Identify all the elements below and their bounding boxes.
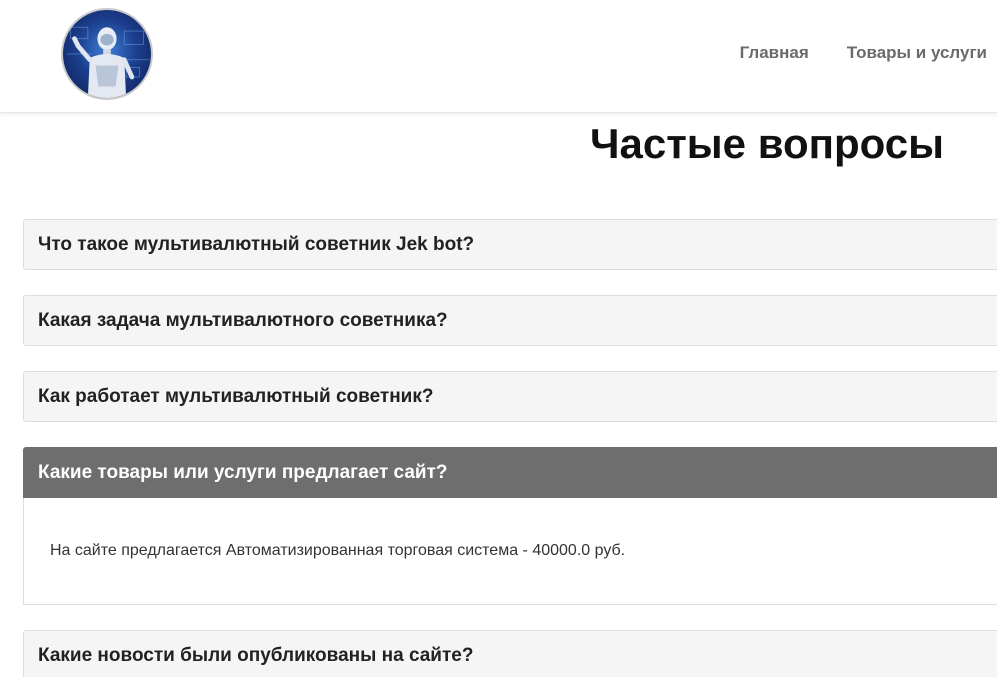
faq-question-toggle[interactable]: Какая задача мультивалютного советника? (23, 295, 997, 346)
faq-item: Как работает мультивалютный советник? (23, 371, 997, 422)
faq-item: Что такое мультивалютный советник Jek bo… (23, 219, 997, 270)
faq-question-toggle[interactable]: Как работает мультивалютный советник? (23, 371, 997, 422)
page-title: Частые вопросы (590, 120, 944, 167)
nav-home-link[interactable]: Главная (740, 42, 809, 64)
faq-answer: На сайте предлагается Автоматизированная… (23, 498, 997, 605)
robot-logo[interactable] (61, 8, 153, 100)
main-nav: Главная Товары и услуги (740, 42, 987, 64)
nav-products-link[interactable]: Товары и услуги (847, 42, 987, 64)
faq-item: Какие новости были опубликованы на сайте… (23, 630, 997, 677)
robot-icon (66, 26, 150, 98)
faq-question-toggle[interactable]: Что такое мультивалютный советник Jek bo… (23, 219, 997, 270)
site-header: Главная Товары и услуги (0, 0, 997, 113)
faq-item-expanded: Какие товары или услуги предлагает сайт?… (23, 447, 997, 605)
faq-question-toggle[interactable]: Какие товары или услуги предлагает сайт? (23, 447, 997, 498)
faq-list: Что такое мультивалютный советник Jek bo… (23, 219, 997, 677)
faq-question-toggle[interactable]: Какие новости были опубликованы на сайте… (23, 630, 997, 677)
faq-item: Какая задача мультивалютного советника? (23, 295, 997, 346)
